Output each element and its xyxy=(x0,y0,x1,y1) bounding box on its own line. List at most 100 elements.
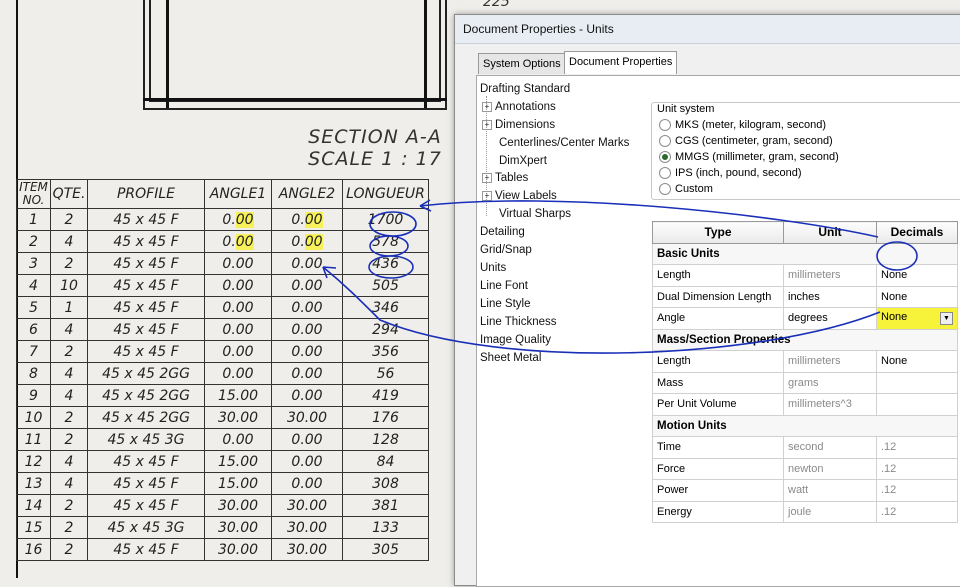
grid-cell-decimals[interactable]: .12 xyxy=(876,479,958,502)
grid-cell-unit[interactable]: millimeters xyxy=(783,264,877,287)
grid-cell-unit[interactable]: millimeters^3 xyxy=(783,393,877,416)
bom-cell-item-no: 1 xyxy=(16,208,51,231)
grid-cell-text: None xyxy=(881,290,908,303)
bom-cell-qte: 10 xyxy=(50,274,88,297)
tree-item-label: Tables xyxy=(495,172,529,184)
dropdown-arrow-icon[interactable]: ▼ xyxy=(940,312,953,326)
radio-mmgs[interactable]: MMGS (millimeter, gram, second) xyxy=(659,151,839,164)
bom-cell-longueur: 56 xyxy=(342,362,429,385)
grid-row[interactable]: Angle degrees None ▼ xyxy=(652,307,958,330)
bom-cell-qte: 2 xyxy=(50,516,88,539)
radio-custom[interactable]: Custom xyxy=(659,183,713,196)
grid-cell-text: millimeters^3 xyxy=(788,398,852,411)
tree-item-units[interactable]: Units xyxy=(480,259,506,277)
bom-cell-item-no: 13 xyxy=(16,472,51,495)
bom-cell-item-no: 11 xyxy=(16,428,51,451)
tree-item-tables[interactable]: + Tables xyxy=(482,169,528,187)
grid-row[interactable]: Dual Dimension Length inches None xyxy=(652,285,958,308)
grid-cell-text: inches xyxy=(788,290,820,303)
radio-selected-icon[interactable] xyxy=(659,151,671,164)
bom-cell-profile: 45 x 45 2GG xyxy=(87,384,205,407)
grid-row[interactable]: Energy joule .12 xyxy=(652,500,958,523)
tab-document-properties[interactable]: Document Properties xyxy=(564,51,678,74)
expand-icon[interactable]: + xyxy=(482,101,492,112)
bom-cell-qte: 2 xyxy=(50,406,88,429)
tree-item-line-style[interactable]: Line Style xyxy=(480,295,531,313)
grid-cell-unit[interactable]: second xyxy=(783,436,877,459)
grid-row[interactable]: Length millimeters None xyxy=(652,264,958,287)
grid-cell-type: Energy xyxy=(652,500,784,523)
bom-cell-longueur: 436 xyxy=(342,252,429,275)
grid-cell-unit[interactable]: joule xyxy=(783,500,877,523)
grid-cell-text: millimeters xyxy=(788,355,841,368)
grid-cell-decimals[interactable] xyxy=(876,393,958,416)
bom-cell-item-no: 5 xyxy=(16,296,51,319)
grid-row[interactable]: Force newton .12 xyxy=(652,457,958,480)
grid-cell-decimals[interactable]: .12 xyxy=(876,436,958,459)
grid-row[interactable]: Per Unit Volume millimeters^3 xyxy=(652,393,958,416)
radio-cgs[interactable]: CGS (centimeter, gram, second) xyxy=(659,135,833,148)
tree-item-dimensions[interactable]: + Dimensions xyxy=(482,116,555,134)
bom-cell-angle2: 0.00 xyxy=(271,472,343,495)
radio-mks[interactable]: MKS (meter, kilogram, second) xyxy=(659,119,826,132)
bom-cell-angle2: 0.00 xyxy=(271,384,343,407)
bom-cell-profile: 45 x 45 3G xyxy=(87,516,205,539)
tree-item-line-thickness[interactable]: Line Thickness xyxy=(480,313,557,331)
bom-cell-angle2: 30.00 xyxy=(271,406,343,429)
grid-cell-unit[interactable]: newton xyxy=(783,457,877,480)
tree-item-view-labels[interactable]: + View Labels xyxy=(482,187,557,205)
tree-item-centerlines[interactable]: Centerlines/Center Marks xyxy=(499,134,629,152)
grid-row[interactable]: Power watt .12 xyxy=(652,479,958,502)
tree-item-detailing[interactable]: Detailing xyxy=(480,223,525,241)
col-type[interactable]: Type xyxy=(652,221,784,244)
tree-item-sheet-metal[interactable]: Sheet Metal xyxy=(480,349,541,367)
radio-icon[interactable] xyxy=(659,183,671,196)
tab-system-options[interactable]: System Options xyxy=(478,53,566,74)
grid-row[interactable]: Length millimeters None xyxy=(652,350,958,373)
radio-icon[interactable] xyxy=(659,119,671,132)
grid-cell-decimals[interactable]: None xyxy=(876,285,958,308)
bom-cell-qte: 2 xyxy=(50,340,88,363)
expand-icon[interactable]: + xyxy=(482,172,492,183)
bom-cell-angle1: 30.00 xyxy=(204,406,272,429)
grid-cell-unit[interactable]: grams xyxy=(783,371,877,394)
tree-item-line-font[interactable]: Line Font xyxy=(480,277,528,295)
tree-item-grid-snap[interactable]: Grid/Snap xyxy=(480,241,532,259)
bom-cell-angle1: 30.00 xyxy=(204,516,272,539)
grid-cell-decimals[interactable]: None xyxy=(876,264,958,287)
grid-cell-decimals[interactable]: .12 xyxy=(876,500,958,523)
grid-row[interactable]: Time second .12 xyxy=(652,436,958,459)
grid-cell-unit[interactable]: millimeters xyxy=(783,350,877,373)
grid-cell-decimals[interactable]: .12 xyxy=(876,457,958,480)
grid-cell-unit[interactable]: degrees xyxy=(783,307,877,330)
expand-icon[interactable]: + xyxy=(482,190,492,201)
tree-item-dimxpert[interactable]: DimXpert xyxy=(499,152,547,170)
grid-cell-text: None xyxy=(881,355,908,368)
grid-cell-decimals[interactable]: None ▼ xyxy=(876,307,958,330)
tree-item-annotations[interactable]: + Annotations xyxy=(482,98,556,116)
grid-cell-decimals[interactable] xyxy=(876,371,958,394)
grid-cell-text: None xyxy=(881,269,908,282)
col-decimals[interactable]: Decimals xyxy=(876,221,958,244)
tree-item-virtual-sharps[interactable]: Virtual Sharps xyxy=(499,205,571,223)
bom-cell-angle2: 0.00 xyxy=(271,450,343,473)
expand-icon[interactable]: + xyxy=(482,119,492,130)
grid-group-row: Mass/Section Properties xyxy=(652,328,958,351)
tree-item-image-quality[interactable]: Image Quality xyxy=(480,331,551,349)
section-beam xyxy=(143,98,447,101)
grid-row[interactable]: Mass grams xyxy=(652,371,958,394)
tree-item-drafting-standard[interactable]: Drafting Standard xyxy=(480,80,570,98)
col-unit[interactable]: Unit xyxy=(783,221,877,244)
bom-body: 1 2 45 x 45 F 0.00 0.00 1700 2 4 45 x 45 F 0.00 0.… xyxy=(16,208,429,561)
bom-cell-item-no: 14 xyxy=(16,494,51,517)
grid-cell-decimals[interactable]: None xyxy=(876,350,958,373)
bom-cell-qte: 4 xyxy=(50,450,88,473)
grid-cell-unit[interactable]: inches xyxy=(783,285,877,308)
grid-cell-unit[interactable]: watt xyxy=(783,479,877,502)
bom-cell-qte: 4 xyxy=(50,230,88,253)
dialog-title[interactable]: Document Properties - Units xyxy=(455,15,960,44)
radio-ips[interactable]: IPS (inch, pound, second) xyxy=(659,167,802,180)
radio-icon[interactable] xyxy=(659,135,671,148)
bom-header-row: ITEM NO. QTE. PROFILE ANGLE1 ANGLE2 LONG… xyxy=(16,179,429,209)
radio-icon[interactable] xyxy=(659,167,671,180)
